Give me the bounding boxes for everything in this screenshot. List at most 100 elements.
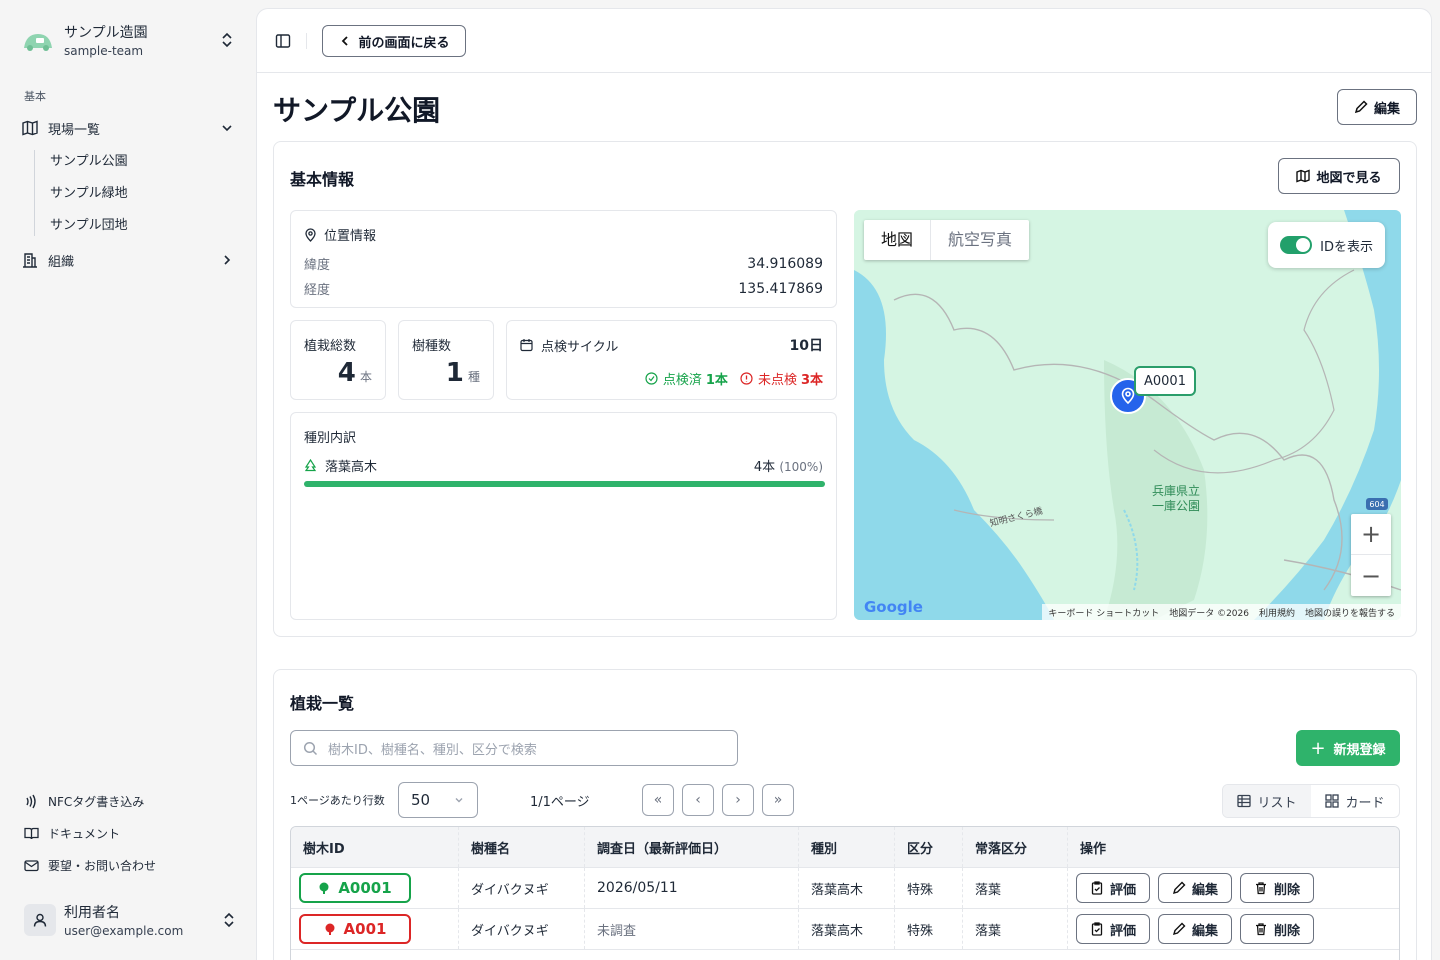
edit-row-button[interactable]: 編集 — [1158, 914, 1232, 944]
pencil-icon — [1172, 922, 1186, 936]
map-view[interactable]: 地図 航空写真 IDを表示 A0001 兵庫県立 一庫公園 知明さくら橋 604… — [854, 210, 1401, 620]
add-plant-button[interactable]: + 新規登録 — [1296, 730, 1400, 766]
delete-row-label: 削除 — [1273, 882, 1300, 898]
basic-info-card: 基本情報 地図で見る 位置情報 緯度 34.916089 経度 135.4178… — [273, 141, 1417, 637]
next-page-button[interactable]: › — [722, 784, 754, 816]
page-title: サンプル公園 — [273, 94, 441, 127]
park-label: 兵庫県立 一庫公園 — [1152, 484, 1200, 514]
breakdown-bar-track — [304, 481, 825, 487]
search-input[interactable]: 樹木ID、樹種名、種別、区分で検索 — [290, 730, 738, 766]
attrib-data: 地図データ ©2026 — [1169, 608, 1249, 619]
team-switcher[interactable]: サンプル造園 sample-team — [22, 22, 234, 58]
first-page-button[interactable]: « — [642, 784, 674, 816]
chevron-left-icon — [342, 36, 349, 46]
edit-page-button[interactable]: 編集 — [1337, 89, 1417, 125]
attrib-report[interactable]: 地図の誤りを報告する — [1305, 606, 1395, 619]
map-marker-label[interactable]: A0001 — [1134, 366, 1196, 396]
planted-value: 4 — [337, 358, 356, 388]
table-row-partial — [291, 950, 1399, 960]
plant-id-badge[interactable]: A001 — [299, 914, 411, 944]
nfc-icon — [26, 794, 36, 808]
col-header[interactable]: 調査日（最新評価日） — [585, 827, 799, 867]
team-logo-icon — [24, 34, 52, 51]
sidebar-subitem-site[interactable]: サンプル公園 — [50, 150, 128, 169]
table-cell: ダイバクヌギ — [459, 909, 585, 949]
contact-link[interactable]: 要望・お問い合わせ — [24, 855, 156, 875]
delete-row-button[interactable]: 削除 — [1240, 873, 1314, 903]
view-list-button[interactable]: リスト — [1223, 785, 1311, 817]
nfc-link[interactable]: NFCタグ書き込み — [24, 791, 144, 811]
team-slug: sample-team — [64, 44, 144, 58]
sidebar-toggle-icon[interactable] — [275, 33, 291, 49]
view-map-label: 地図で見る — [1316, 170, 1382, 186]
planted-unit: 本 — [359, 370, 372, 384]
tab-map[interactable]: 地図 — [864, 220, 930, 260]
location-box: 位置情報 緯度 34.916089 経度 135.417869 — [290, 210, 837, 308]
main-panel: 前の画面に戻る サンプル公園 編集 基本情報 地図で見る 位置情報 緯度 34.… — [256, 8, 1432, 960]
delete-row-label: 削除 — [1273, 923, 1300, 939]
user-menu[interactable]: 利用者名 user@example.com — [24, 898, 236, 942]
show-id-toggle[interactable]: IDを表示 — [1268, 222, 1385, 268]
sidebar-subitem-site[interactable]: サンプル緑地 — [50, 182, 128, 201]
table-row[interactable]: A001 ダイバクヌギ 未調査 落葉高木 特殊 落葉 評価 編集 削除 — [291, 909, 1399, 950]
team-name: サンプル造園 — [64, 25, 148, 41]
per-page-select[interactable]: 50 — [398, 782, 478, 818]
zoom-out-button[interactable]: − — [1351, 555, 1391, 596]
chevron-down-icon — [455, 798, 463, 803]
table-cell: 評価 編集 削除 — [1068, 909, 1399, 949]
evaluate-label: 評価 — [1109, 882, 1136, 898]
last-page-button[interactable]: » — [762, 784, 794, 816]
submenu-line — [34, 150, 35, 236]
map-icon — [22, 120, 38, 136]
edit-row-label: 編集 — [1191, 923, 1218, 939]
species-value: 1 — [445, 358, 464, 388]
tree-status-icon — [325, 923, 335, 935]
view-card-button[interactable]: カード — [1311, 785, 1399, 817]
tree-icon — [304, 458, 317, 471]
col-header[interactable]: 常落区分 — [963, 827, 1068, 867]
zoom-in-button[interactable]: + — [1351, 514, 1391, 555]
book-icon — [24, 827, 39, 839]
plant-id-badge[interactable]: A0001 — [299, 873, 411, 903]
attrib-shortcuts[interactable]: キーボード ショートカット — [1048, 606, 1159, 619]
avatar — [24, 904, 56, 936]
chevron-down-icon — [222, 125, 232, 132]
sidebar-item-org[interactable]: 組織 — [22, 248, 234, 272]
map-type-tabs: 地図 航空写真 — [864, 220, 1030, 260]
sidebar-item-sites[interactable]: 現場一覧 — [22, 116, 234, 140]
evaluate-button[interactable]: 評価 — [1076, 873, 1150, 903]
inspection-cycle-box: 点検サイクル 10日 点検済 1本 未点検 3本 — [506, 320, 837, 400]
delete-row-button[interactable]: 削除 — [1240, 914, 1314, 944]
planted-label: 植栽総数 — [304, 339, 357, 354]
attrib-terms[interactable]: 利用規約 — [1259, 606, 1295, 619]
tab-aerial[interactable]: 航空写真 — [930, 220, 1029, 260]
contact-label: 要望・お問い合わせ — [48, 858, 157, 873]
table-cell: A0001 — [291, 868, 459, 908]
lng-value: 135.417869 — [738, 280, 823, 297]
plants-table: 樹木ID 樹種名 調査日（最新評価日） 種別 区分 常落区分 操作 A0001 … — [290, 826, 1400, 960]
back-button[interactable]: 前の画面に戻る — [322, 25, 466, 57]
clipboard-check-icon — [1091, 881, 1103, 895]
trash-icon — [1255, 882, 1266, 895]
table-cell — [291, 950, 459, 960]
map-icon — [1296, 169, 1311, 183]
col-header[interactable]: 樹種名 — [459, 827, 585, 867]
edit-row-button[interactable]: 編集 — [1158, 873, 1232, 903]
evaluate-button[interactable]: 評価 — [1076, 914, 1150, 944]
lat-value: 34.916089 — [747, 255, 823, 272]
sidebar-subitem-site[interactable]: サンプル団地 — [50, 214, 128, 233]
col-header[interactable]: 樹木ID — [291, 827, 459, 867]
table-cell: 落葉高木 — [799, 868, 895, 908]
table-row[interactable]: A0001 ダイバクヌギ 2026/05/11 落葉高木 特殊 落葉 評価 編集… — [291, 868, 1399, 909]
view-map-button[interactable]: 地図で見る — [1278, 158, 1400, 194]
inspected-value: 1本 — [705, 373, 728, 388]
col-header[interactable]: 区分 — [895, 827, 963, 867]
toggle-switch[interactable] — [1280, 236, 1313, 254]
docs-link[interactable]: ドキュメント — [24, 823, 120, 843]
user-name: 利用者名 — [64, 905, 120, 921]
prev-page-button[interactable]: ‹ — [682, 784, 714, 816]
col-header[interactable]: 種別 — [799, 827, 895, 867]
breakdown-bar-fill — [304, 481, 825, 487]
table-cell: 落葉 — [963, 868, 1068, 908]
check-circle-icon — [645, 372, 658, 385]
